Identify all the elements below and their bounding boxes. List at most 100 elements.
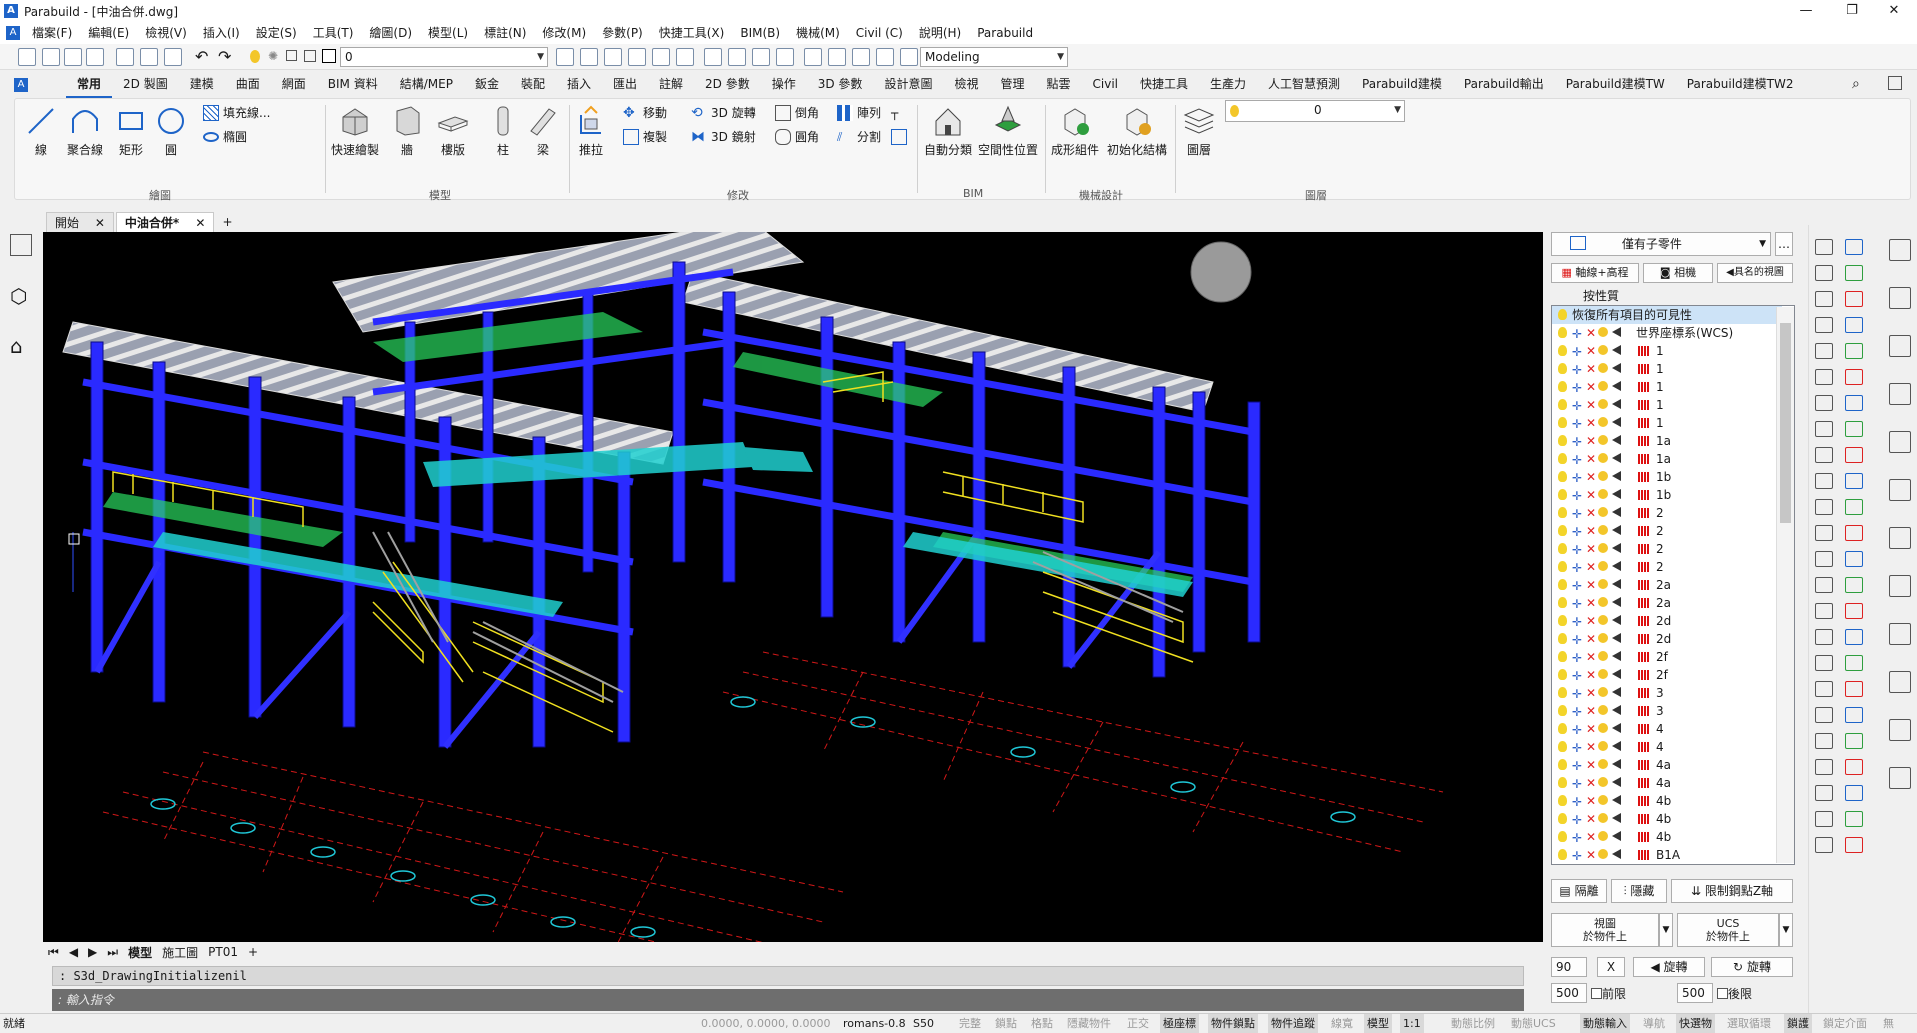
- spatial-location-button[interactable]: 空間性位置: [977, 105, 1039, 158]
- tab-home[interactable]: 常用: [66, 72, 113, 98]
- drawing-explorer-icon[interactable]: [828, 48, 846, 66]
- side-tool-icon[interactable]: [1815, 317, 1833, 333]
- side-tool-icon[interactable]: [1815, 811, 1833, 827]
- nav-first-icon[interactable]: ⏮: [43, 945, 64, 960]
- expand-icon[interactable]: ✛: [1572, 559, 1582, 577]
- status-toggle[interactable]: 導航: [1640, 1014, 1668, 1033]
- publish-icon[interactable]: [164, 48, 182, 66]
- axes-elevation-button[interactable]: ▦ 軸線+高程: [1551, 263, 1639, 283]
- tree-row[interactable]: ✛ ✕ 2: [1552, 522, 1782, 540]
- side-tool-icon[interactable]: [1845, 837, 1863, 853]
- tab-2d-drafting[interactable]: 2D 製圖: [112, 70, 179, 98]
- tree-row[interactable]: ✛ ✕ 4: [1552, 720, 1782, 738]
- side-tool-icon[interactable]: [1845, 343, 1863, 359]
- filter-icon[interactable]: [676, 48, 694, 66]
- tab-3d-parameters[interactable]: 3D 參數: [807, 70, 874, 98]
- axis-dropdown[interactable]: X: [1597, 957, 1625, 977]
- visibility-x-icon[interactable]: ✕: [1586, 432, 1596, 450]
- tree-row[interactable]: ✛ ✕ 4a: [1552, 756, 1782, 774]
- visibility-x-icon[interactable]: ✕: [1586, 486, 1596, 504]
- more-options-button[interactable]: …: [1775, 232, 1793, 256]
- layer-on-icon[interactable]: [250, 50, 260, 63]
- side-tool-icon[interactable]: [1815, 239, 1833, 255]
- tree-row[interactable]: ✛ ✕ 1: [1552, 414, 1782, 432]
- status-toggle[interactable]: 動態UCS: [1508, 1014, 1559, 1033]
- side-tool-icon[interactable]: [1889, 527, 1911, 549]
- tree-row[interactable]: ✛ ✕ 2d: [1552, 630, 1782, 648]
- tab-parabuild-modeling[interactable]: Parabuild建模: [1351, 70, 1453, 98]
- status-toggle[interactable]: 極座標: [1160, 1014, 1199, 1033]
- tree-row[interactable]: ✛ ✕ 1: [1552, 360, 1782, 378]
- status-toggle[interactable]: 物件追蹤: [1268, 1014, 1318, 1033]
- polyline-button[interactable]: 聚合線: [63, 105, 107, 158]
- side-tool-icon[interactable]: [1815, 291, 1833, 307]
- ucs-on-object-button[interactable]: UCS 於物件上: [1677, 913, 1779, 947]
- trim-button[interactable]: ┬: [891, 103, 907, 123]
- expand-icon[interactable]: ✛: [1572, 487, 1582, 505]
- angle-input[interactable]: 90: [1551, 957, 1587, 977]
- wall-button[interactable]: 牆: [389, 105, 425, 158]
- side-tool-icon[interactable]: [1815, 473, 1833, 489]
- rotate-right-button[interactable]: ↻ 旋轉: [1711, 957, 1793, 977]
- side-tool-icon[interactable]: [1815, 421, 1833, 437]
- side-tool-icon[interactable]: [1815, 369, 1833, 385]
- status-toggle[interactable]: 1:1: [1400, 1014, 1424, 1033]
- cube-icon[interactable]: [728, 48, 746, 66]
- preview-icon[interactable]: [116, 48, 134, 66]
- status-toggle[interactable]: 線寬: [1328, 1014, 1356, 1033]
- make-current-icon[interactable]: [580, 48, 598, 66]
- back-limit-input[interactable]: 500: [1677, 983, 1713, 1003]
- tree-row[interactable]: ✛ ✕ 4b: [1552, 792, 1782, 810]
- expand-icon[interactable]: ✛: [1572, 397, 1582, 415]
- front-limit-input[interactable]: 500: [1551, 983, 1587, 1003]
- menu-tools[interactable]: 工具(T): [305, 22, 362, 44]
- expand-icon[interactable]: ✛: [1572, 667, 1582, 685]
- side-tool-icon[interactable]: [1815, 499, 1833, 515]
- rotate-left-button[interactable]: ◀ 旋轉: [1633, 957, 1705, 977]
- ribbon-toggle-icon[interactable]: [1888, 76, 1902, 90]
- visibility-x-icon[interactable]: ✕: [1586, 324, 1596, 342]
- properties-icon[interactable]: [804, 48, 822, 66]
- visibility-x-icon[interactable]: ✕: [1586, 846, 1596, 864]
- tab-point-cloud[interactable]: 點雲: [1035, 70, 1081, 98]
- side-tool-icon[interactable]: [1889, 575, 1911, 597]
- cube-shaded-icon[interactable]: [752, 48, 770, 66]
- side-tool-icon[interactable]: [1845, 707, 1863, 723]
- expand-icon[interactable]: ✛: [1572, 613, 1582, 631]
- minimize-button[interactable]: —: [1783, 0, 1829, 22]
- form-component-button[interactable]: 成形組件: [1049, 105, 1101, 158]
- expand-icon[interactable]: ✛: [1572, 757, 1582, 775]
- select-icon[interactable]: [604, 48, 622, 66]
- view-options-dropdown[interactable]: ▼: [1659, 913, 1673, 947]
- sort-by-property[interactable]: 按性質: [1583, 287, 1619, 304]
- status-toggle[interactable]: 鎖護: [1784, 1014, 1812, 1033]
- hide-button[interactable]: ⫶ 隱藏: [1611, 879, 1667, 903]
- side-tool-icon[interactable]: [1889, 719, 1911, 741]
- tab-insert[interactable]: 插入: [556, 70, 602, 98]
- ribbon-layer-dropdown[interactable]: 0 ▼: [1225, 100, 1405, 122]
- visibility-x-icon[interactable]: ✕: [1586, 396, 1596, 414]
- side-tool-icon[interactable]: [1845, 291, 1863, 307]
- side-tool-icon[interactable]: [1815, 785, 1833, 801]
- side-tool-icon[interactable]: [1845, 785, 1863, 801]
- menu-settings[interactable]: 設定(S): [248, 22, 305, 44]
- tree-row[interactable]: ✛ ✕ 4b: [1552, 828, 1782, 846]
- hatch-button[interactable]: 填充線...: [203, 103, 270, 123]
- rectangle-button[interactable]: 矩形: [113, 105, 149, 158]
- search-icon[interactable]: ⌕: [1852, 76, 1860, 92]
- tree-row[interactable]: ✛ ✕ 3: [1552, 684, 1782, 702]
- named-views-button[interactable]: ◀具名的視圖: [1717, 263, 1793, 283]
- print-icon[interactable]: [140, 48, 158, 66]
- menu-insert[interactable]: 插入(I): [195, 22, 248, 44]
- front-limit-checkbox[interactable]: 前限: [1591, 985, 1626, 1002]
- visibility-x-icon[interactable]: ✕: [1586, 414, 1596, 432]
- side-tool-icon[interactable]: [1889, 383, 1911, 405]
- menu-edit[interactable]: 編輯(E): [80, 22, 137, 44]
- tree-row[interactable]: ✛ ✕ 4a: [1552, 774, 1782, 792]
- expand-icon[interactable]: ✛: [1572, 703, 1582, 721]
- visibility-x-icon[interactable]: ✕: [1586, 468, 1596, 486]
- expand-icon[interactable]: ✛: [1572, 595, 1582, 613]
- expand-icon[interactable]: ✛: [1572, 505, 1582, 523]
- expand-icon[interactable]: ✛: [1572, 721, 1582, 739]
- layer-dropdown[interactable]: 0 ▼: [340, 47, 548, 67]
